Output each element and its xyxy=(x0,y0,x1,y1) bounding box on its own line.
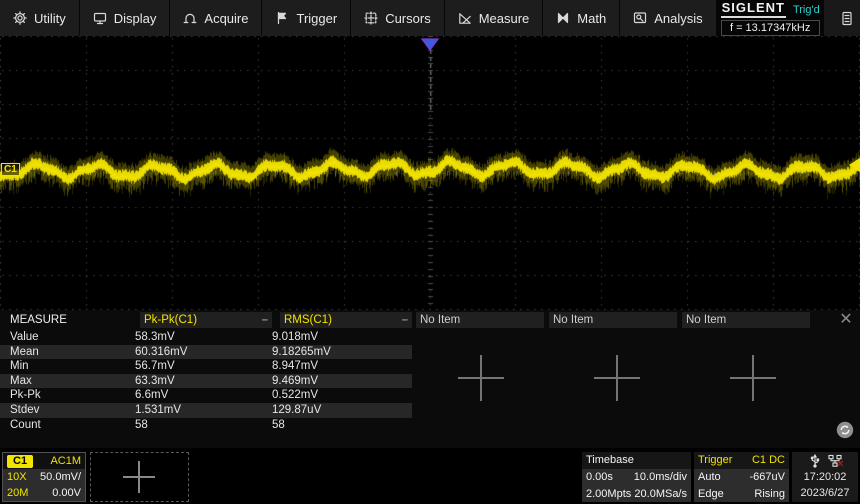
lan-disconnected-icon: ✕ xyxy=(836,460,844,470)
measure-title: MEASURE xyxy=(10,312,67,328)
table-row: Count5858 xyxy=(0,418,412,433)
trigger-type: Edge xyxy=(698,488,724,500)
timebase-delay: 0.00s xyxy=(586,471,613,483)
trigger-position-marker[interactable] xyxy=(421,38,439,51)
measure-column-empty-3[interactable]: No Item xyxy=(682,312,810,328)
table-row: Min56.7mV8.947mV xyxy=(0,359,412,374)
bottom-status-bar: C1 AC1M 10X 50.0mV/ 20M 0.00V Timebase 0… xyxy=(0,452,860,502)
measure-header-row: MEASURE Pk-Pk(C1) – RMS(C1) – No Item No… xyxy=(0,312,860,328)
oscilloscope-screen: Utility Display Acquire Trigger Cursors … xyxy=(0,0,860,504)
trigger-box[interactable]: Trigger C1 DC Auto -667uV Edge Rising xyxy=(694,452,789,502)
waveform-display-area[interactable]: C1 xyxy=(0,36,860,310)
trigger-level: -667uV xyxy=(750,471,785,483)
add-measurement-icon[interactable] xyxy=(458,355,504,401)
table-row: Stdev1.531mV129.87uV xyxy=(0,403,412,418)
display-icon xyxy=(93,11,107,25)
timebase-box[interactable]: Timebase 0.00s 10.0ms/div 2.00Mpts 20.0M… xyxy=(582,452,691,502)
menu-measure-label: Measure xyxy=(479,11,530,26)
add-measurement-icon[interactable] xyxy=(594,355,640,401)
menu-cursors[interactable]: Cursors xyxy=(351,0,445,36)
measure-column-empty-1[interactable]: No Item xyxy=(416,312,544,328)
channel-indicator-block[interactable]: C1 xyxy=(824,0,860,36)
menu-cursors-label: Cursors xyxy=(385,11,431,26)
menu-display-label: Display xyxy=(114,11,157,26)
trigger-title: Trigger xyxy=(698,454,732,466)
menu-acquire-label: Acquire xyxy=(204,11,248,26)
timebase-scale: 10.0ms/div xyxy=(634,471,687,483)
remove-measurement-icon[interactable]: – xyxy=(402,314,408,326)
top-menu-bar: Utility Display Acquire Trigger Cursors … xyxy=(0,0,860,36)
acquire-icon xyxy=(183,11,197,25)
trigger-frequency-readout: f = 13.17347kHz xyxy=(721,20,820,36)
menu-analysis-label: Analysis xyxy=(654,11,702,26)
channel-attenuation: 10X xyxy=(7,471,27,483)
menu-trigger[interactable]: Trigger xyxy=(262,0,351,36)
flag-icon xyxy=(275,11,289,25)
gear-icon xyxy=(13,11,27,25)
menu-trigger-label: Trigger xyxy=(296,11,337,26)
clock-date: 2023/6/27 xyxy=(801,485,850,501)
brand-trigger-block: SIGLENT Trig'd f = 13.17347kHz xyxy=(717,0,824,36)
menu-acquire[interactable]: Acquire xyxy=(170,0,262,36)
siglent-logo: SIGLENT xyxy=(721,0,786,18)
channel-scale: 50.0mV/ xyxy=(40,471,81,483)
reset-statistics-icon[interactable] xyxy=(836,421,854,442)
channel-descriptor-box[interactable]: C1 AC1M 10X 50.0mV/ 20M 0.00V xyxy=(2,452,86,502)
measure-column-rms[interactable]: RMS(C1) – xyxy=(280,312,412,328)
cursors-icon xyxy=(364,11,378,25)
menu-utility-label: Utility xyxy=(34,11,66,26)
table-row: Mean60.316mV9.18265mV xyxy=(0,345,412,360)
table-row: Pk-Pk6.6mV0.522mV xyxy=(0,388,412,403)
channel-list-icon xyxy=(840,11,854,26)
channel-bandwidth: 20M xyxy=(7,487,28,499)
table-row: Max63.3mV9.469mV xyxy=(0,374,412,389)
menu-analysis[interactable]: Analysis xyxy=(620,0,716,36)
channel-coupling: AC1M xyxy=(50,455,81,467)
menu-measure[interactable]: Measure xyxy=(445,0,544,36)
trigger-status-badge: Trig'd xyxy=(793,4,820,18)
waveform-canvas xyxy=(0,36,860,310)
clock-time: 17:20:02 xyxy=(804,469,847,485)
analysis-icon xyxy=(633,11,647,25)
trigger-source: C1 DC xyxy=(752,454,785,466)
add-channel-button[interactable] xyxy=(90,452,189,502)
channel-position-marker[interactable]: C1 xyxy=(1,163,20,176)
close-icon[interactable]: ✕ xyxy=(836,312,856,328)
trigger-level-marker[interactable] xyxy=(849,158,860,172)
timebase-memory: 2.00Mpts xyxy=(586,488,631,500)
add-measurement-icon[interactable] xyxy=(730,355,776,401)
measure-panel: MEASURE Pk-Pk(C1) – RMS(C1) – No Item No… xyxy=(0,310,860,448)
measure-column-pkpk[interactable]: Pk-Pk(C1) – xyxy=(140,312,272,328)
usb-icon xyxy=(809,454,821,468)
menu-math-label: Math xyxy=(577,11,606,26)
remove-measurement-icon[interactable]: – xyxy=(262,314,268,326)
menu-math[interactable]: Math xyxy=(543,0,620,36)
timebase-samplerate: 20.0MSa/s xyxy=(634,488,687,500)
measure-column-empty-2[interactable]: No Item xyxy=(549,312,677,328)
trigger-slope: Rising xyxy=(754,488,785,500)
timebase-title: Timebase xyxy=(586,454,634,466)
table-row: Value58.3mV9.018mV xyxy=(0,330,412,345)
menu-utility[interactable]: Utility xyxy=(0,0,80,36)
ruler-icon xyxy=(458,11,472,25)
trigger-mode: Auto xyxy=(698,471,721,483)
channel-offset: 0.00V xyxy=(52,487,81,499)
menu-display[interactable]: Display xyxy=(80,0,171,36)
channel-name-tab: C1 xyxy=(7,455,33,468)
math-icon xyxy=(556,11,570,25)
measure-statistics-table: Value58.3mV9.018mV Mean60.316mV9.18265mV… xyxy=(0,330,412,432)
datetime-box[interactable]: ✕ 17:20:02 2023/6/27 xyxy=(792,452,858,502)
